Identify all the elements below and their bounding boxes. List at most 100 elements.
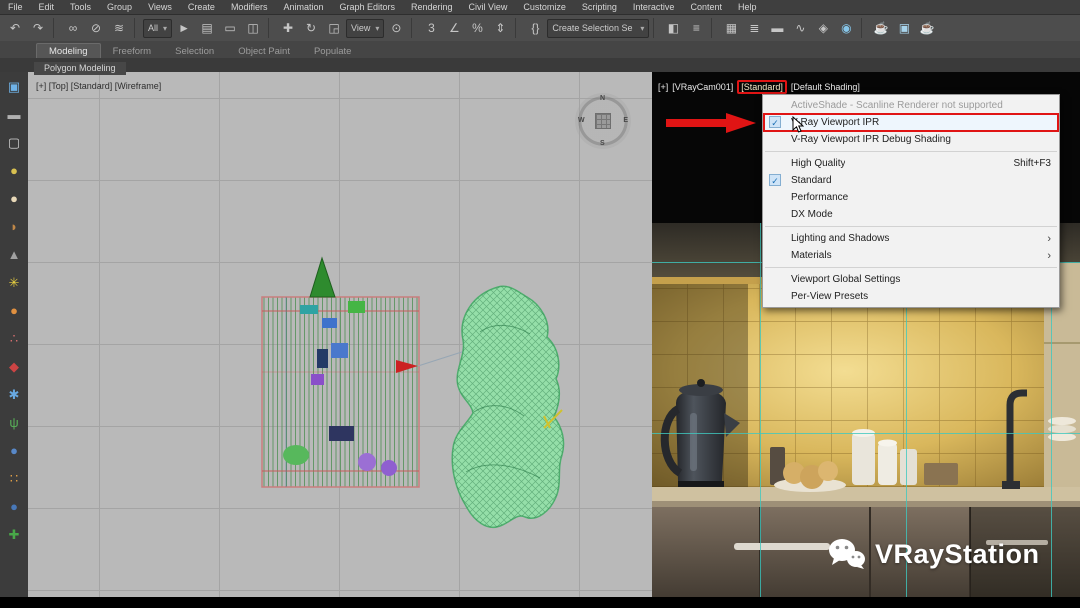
tree-cone[interactable]: [310, 258, 335, 297]
mirror-icon[interactable]: ◧: [662, 18, 684, 39]
undo-icon[interactable]: ↶: [4, 18, 26, 39]
menu-item-v-ray-viewport-ipr[interactable]: ✓V-Ray Viewport IPR: [763, 114, 1059, 131]
select-and-link-icon[interactable]: ∞: [62, 18, 84, 39]
menu-item-performance[interactable]: Performance: [763, 189, 1059, 206]
chevron-down-icon: ▾: [163, 24, 167, 33]
cone-icon[interactable]: ▲: [5, 245, 24, 264]
menu-file[interactable]: File: [0, 2, 31, 12]
snowflake-icon[interactable]: ✱: [5, 385, 24, 404]
countertop: [652, 487, 1080, 503]
viewport-mode-label[interactable]: [Standard]: [737, 80, 787, 94]
select-by-name-icon[interactable]: ▤: [196, 18, 218, 39]
ribbon-tab-populate[interactable]: Populate: [302, 44, 364, 58]
align-icon[interactable]: ≡: [685, 18, 707, 39]
menu-item-viewport-global-settings[interactable]: Viewport Global Settings: [763, 271, 1059, 288]
menu-create[interactable]: Create: [180, 2, 223, 12]
selection-region-icon[interactable]: ▭: [219, 18, 241, 39]
top-viewport[interactable]: [+] [Top] [Standard] [Wireframe]: [28, 72, 652, 597]
menu-customize[interactable]: Customize: [515, 2, 574, 12]
ribbon-tab-freeform[interactable]: Freeform: [101, 44, 164, 58]
viewcube-core[interactable]: [595, 113, 611, 129]
menu-civil-view[interactable]: Civil View: [461, 2, 516, 12]
edit-named-selection-sets-icon[interactable]: {}: [524, 18, 546, 39]
curve-editor-icon[interactable]: ∿: [789, 18, 811, 39]
viewport-shading-label[interactable]: [Default Shading]: [791, 82, 860, 92]
menu-item-high-quality[interactable]: High QualityShift+F3: [763, 155, 1059, 172]
unlink-selection-icon[interactable]: ⊘: [85, 18, 107, 39]
menu-interactive[interactable]: Interactive: [625, 2, 683, 12]
hand-icon[interactable]: ◗: [5, 217, 24, 236]
menu-item-per-view-presets[interactable]: Per-View Presets: [763, 288, 1059, 305]
sphere-icon[interactable]: ●: [5, 189, 24, 208]
viewport-camera-label[interactable]: [VRayCam001]: [672, 82, 733, 92]
spinner-snap-icon[interactable]: ⇕: [489, 18, 511, 39]
menu-shortcut: Shift+F3: [1001, 158, 1051, 169]
menu-content[interactable]: Content: [682, 2, 730, 12]
menu-item-standard[interactable]: ✓Standard: [763, 172, 1059, 189]
grass-icon[interactable]: ψ: [5, 413, 24, 432]
rendered-frame-window-icon[interactable]: ▣: [893, 18, 915, 39]
menu-tools[interactable]: Tools: [62, 2, 99, 12]
schematic-view-icon[interactable]: ◈: [812, 18, 834, 39]
tree-canopy-wireframe[interactable]: [452, 286, 563, 527]
menu-views[interactable]: Views: [140, 2, 180, 12]
select-and-move-icon[interactable]: ✚: [277, 18, 299, 39]
menu-modifiers[interactable]: Modifiers: [223, 2, 276, 12]
snap-toggle-icon[interactable]: 3: [420, 18, 442, 39]
selection-filter-dropdown[interactable]: All▾: [143, 19, 172, 38]
select-and-rotate-icon[interactable]: ↻: [300, 18, 322, 39]
check-icon: ✓: [769, 116, 781, 128]
menu-item-v-ray-viewport-ipr-debug-shading[interactable]: V-Ray Viewport IPR Debug Shading: [763, 131, 1059, 148]
watermark-text: VRayStation: [875, 539, 1040, 570]
viewcube-compass[interactable]: N E S W: [575, 93, 631, 149]
percent-snap-icon[interactable]: %: [466, 18, 488, 39]
named-selection-set-dropdown[interactable]: Create Selection Se▾: [547, 19, 649, 38]
menu-item-dx-mode[interactable]: DX Mode: [763, 206, 1059, 223]
house-plan-wireframe[interactable]: [262, 258, 468, 487]
menu-item-lighting-and-shadows[interactable]: Lighting and Shadows›: [763, 230, 1059, 247]
redo-icon[interactable]: ↷: [27, 18, 49, 39]
use-pivot-center-icon[interactable]: ⊙: [385, 18, 407, 39]
paint-icon[interactable]: ◆: [5, 357, 24, 376]
orange-sphere-icon[interactable]: ●: [5, 301, 24, 320]
material-editor-icon[interactable]: ◉: [835, 18, 857, 39]
reference-coordinate-dropdown[interactable]: View▾: [346, 19, 384, 38]
menu-animation[interactable]: Animation: [275, 2, 331, 12]
particles-icon[interactable]: ∴: [5, 329, 24, 348]
sun-icon[interactable]: ✳: [5, 273, 24, 292]
ribbon-tab-object-paint[interactable]: Object Paint: [226, 44, 302, 58]
menu-rendering[interactable]: Rendering: [403, 2, 461, 12]
dots-grid-icon[interactable]: ∷: [5, 469, 24, 488]
blue-sphere-icon[interactable]: ●: [5, 441, 24, 460]
menu-scripting[interactable]: Scripting: [574, 2, 625, 12]
ribbon-tab-selection[interactable]: Selection: [163, 44, 226, 58]
window-crossing-icon[interactable]: ◫: [242, 18, 264, 39]
select-object-icon[interactable]: ►: [173, 18, 195, 39]
tab-polygon-modeling[interactable]: Polygon Modeling: [34, 62, 126, 75]
card-icon[interactable]: ▢: [5, 133, 24, 152]
toggle-layer-explorer-icon[interactable]: ≣: [743, 18, 765, 39]
bind-to-space-warp-icon[interactable]: ≋: [108, 18, 130, 39]
menu-item-materials[interactable]: Materials›: [763, 247, 1059, 264]
ipr-grid-line: [652, 433, 1080, 434]
toggle-ribbon-icon[interactable]: ▬: [766, 18, 788, 39]
check-placeholder: [769, 273, 781, 285]
viewport-menu-plus[interactable]: [+]: [658, 82, 668, 92]
select-and-scale-icon[interactable]: ◲: [323, 18, 345, 39]
ball-icon[interactable]: ●: [5, 497, 24, 516]
menu-help[interactable]: Help: [730, 2, 765, 12]
render-setup-icon[interactable]: ☕: [870, 18, 892, 39]
angle-snap-icon[interactable]: ∠: [443, 18, 465, 39]
camera-viewport[interactable]: [+] [VRayCam001] [Standard] [Default Sha…: [652, 72, 1080, 597]
ribbon-tab-modeling[interactable]: Modeling: [36, 43, 101, 58]
teapot-icon[interactable]: ●: [5, 161, 24, 180]
slab-icon[interactable]: ▬: [5, 105, 24, 124]
toggle-scene-explorer-icon[interactable]: ▦: [720, 18, 742, 39]
plus-icon[interactable]: ✚: [5, 525, 24, 544]
viewport-cube-icon[interactable]: ▣: [5, 77, 24, 96]
render-production-icon[interactable]: ☕: [916, 18, 938, 39]
menu-graph-editors[interactable]: Graph Editors: [331, 2, 403, 12]
viewport-label-top[interactable]: [+] [Top] [Standard] [Wireframe]: [36, 81, 161, 91]
menu-edit[interactable]: Edit: [31, 2, 63, 12]
menu-group[interactable]: Group: [99, 2, 140, 12]
